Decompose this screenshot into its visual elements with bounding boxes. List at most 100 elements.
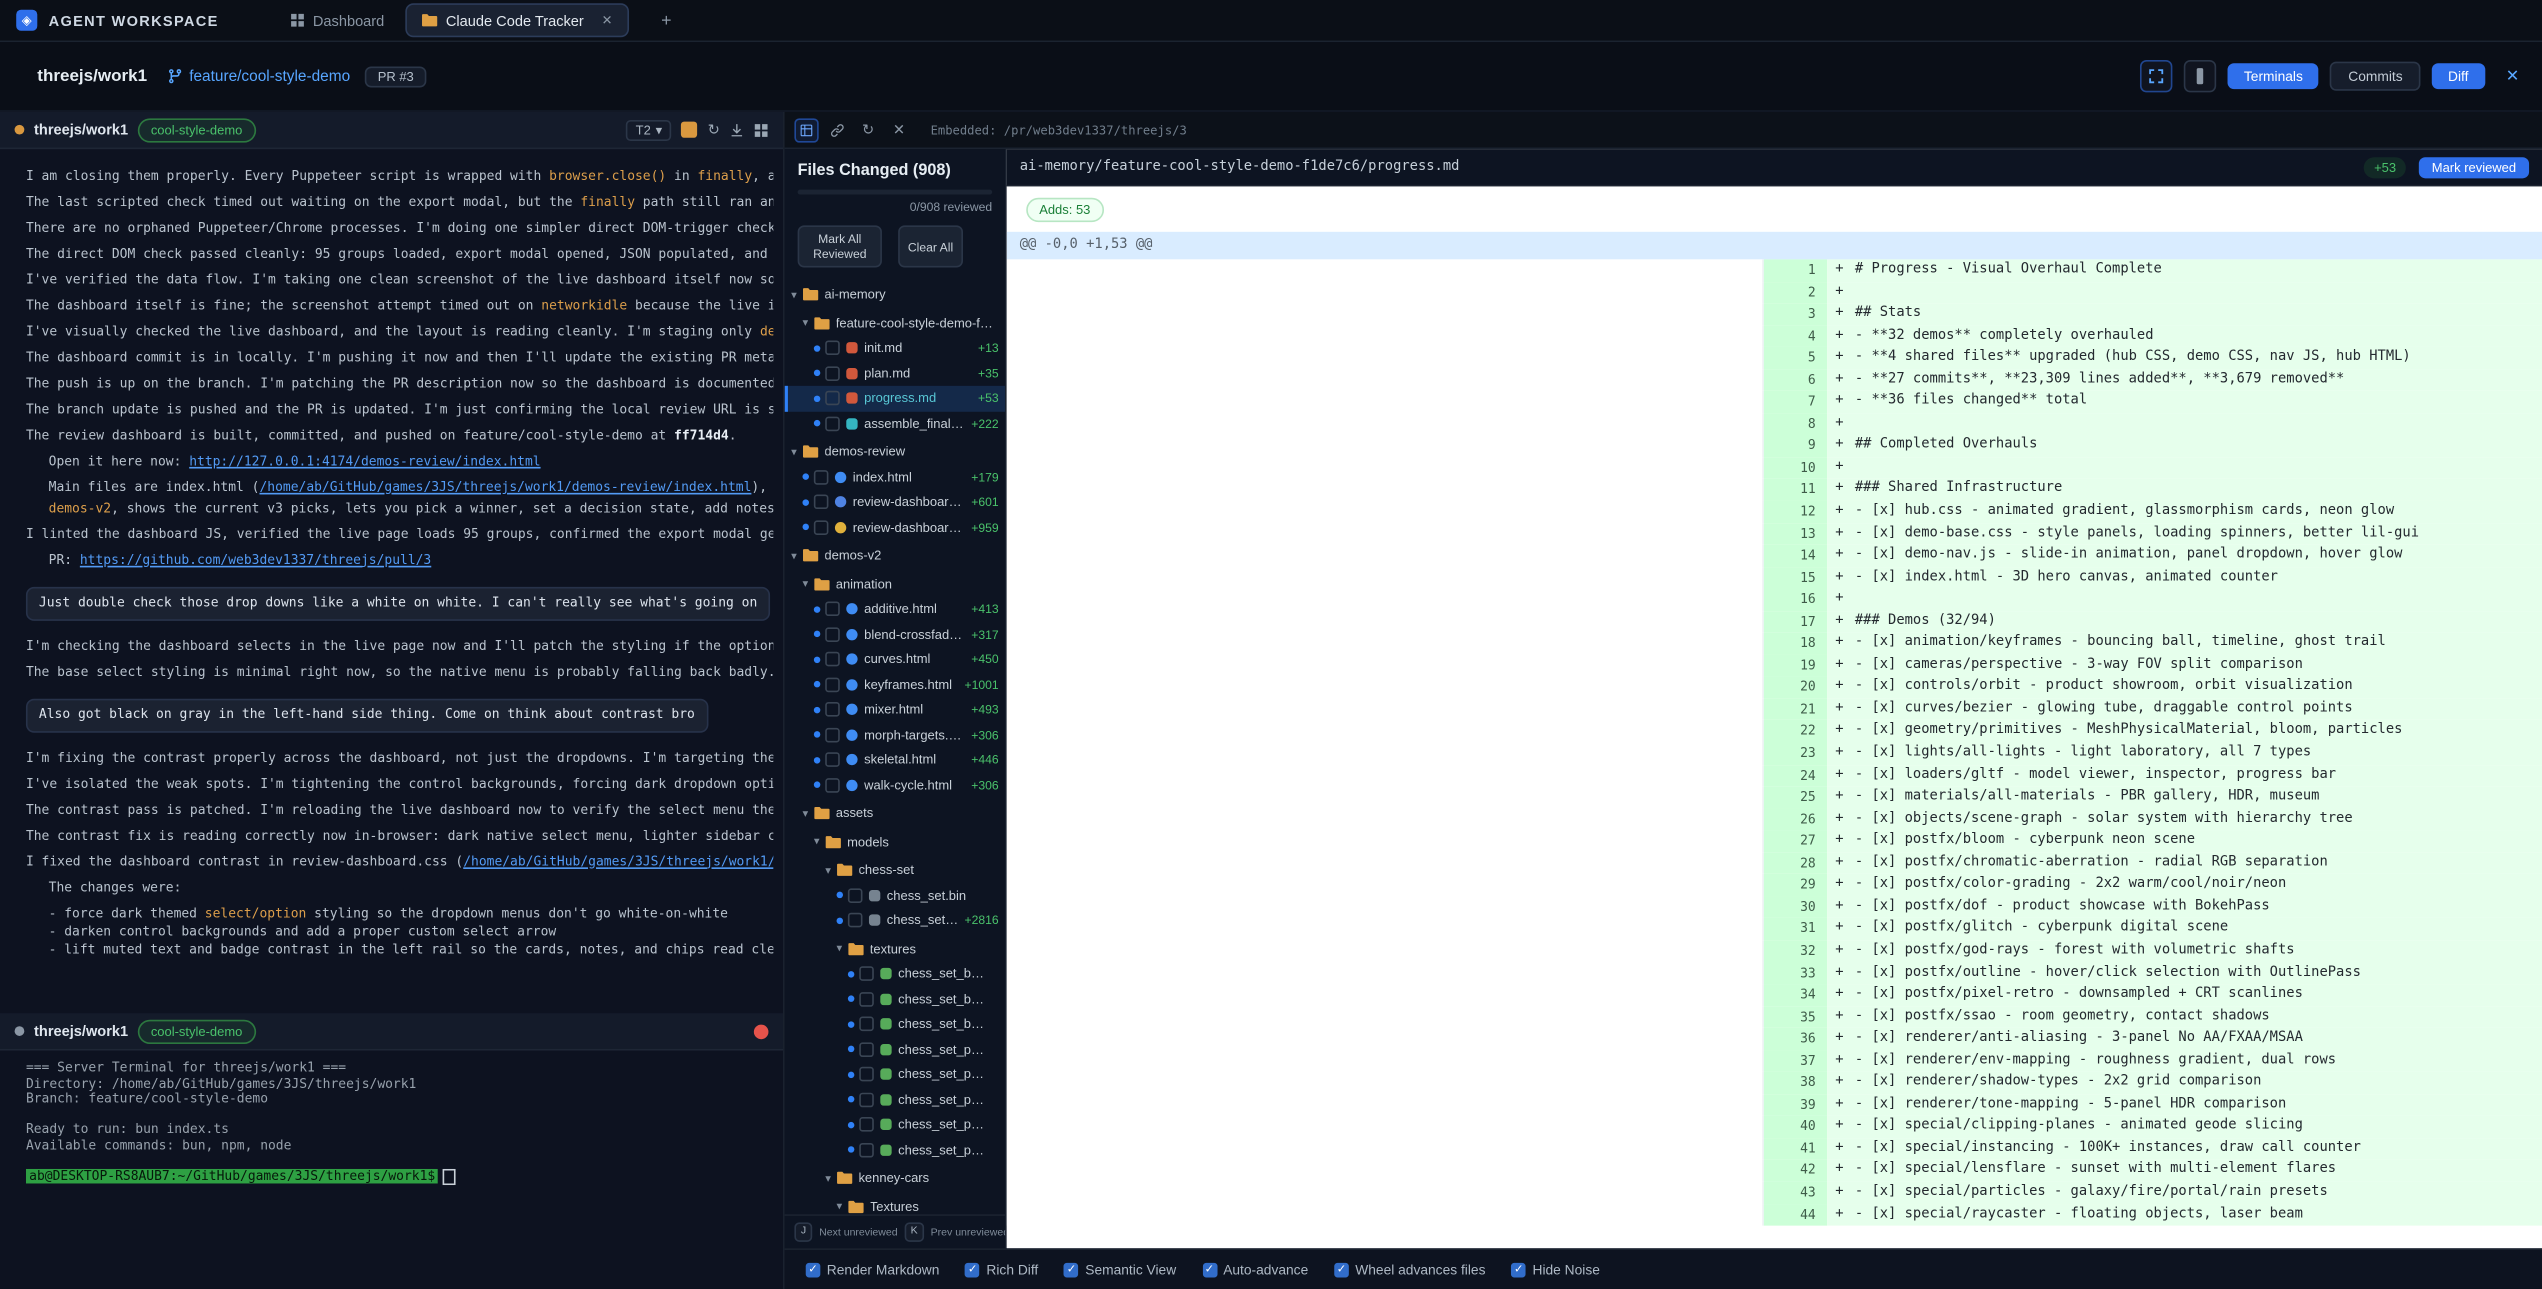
tree-folder-row[interactable]: ▾ feature-cool-style-demo-f1de7c6 [785,310,1005,335]
tree-file-row[interactable]: blend-crossfade.html+317 [785,622,1005,647]
record-indicator-icon[interactable] [753,1023,769,1039]
table-view-icon[interactable] [794,117,819,142]
tree-file-row[interactable]: plan.md +35 [785,361,1005,386]
tree-file-row[interactable]: progress.md +53 [784,385,1006,411]
review-checkbox[interactable] [825,677,840,692]
download-icon[interactable] [730,122,745,137]
chevron-down-icon[interactable]: ▾ [825,864,831,876]
expand-button[interactable] [2140,59,2173,93]
chevron-down-icon[interactable]: ▾ [837,942,843,955]
review-checkbox[interactable] [859,1067,874,1082]
review-checkbox[interactable] [813,519,829,535]
chevron-down-icon[interactable]: ▾ [814,835,820,848]
tree-folder-row[interactable]: ▾ Textures [785,1194,1005,1214]
tree-file-row[interactable]: morph-targets.html +306 [785,722,1005,747]
tree-folder-row[interactable]: ▾ textures [785,936,1005,961]
panel-toggle-button[interactable] [2183,59,2217,93]
review-checkbox[interactable] [859,1042,874,1057]
review-checkbox[interactable] [859,1092,874,1107]
pr-badge[interactable]: PR #3 [364,65,427,87]
tree-folder-row[interactable]: ▾ kenney-cars [785,1166,1005,1191]
tree-file-row[interactable]: curves.html +450 [785,647,1005,672]
tree-file-row[interactable]: chess_set_b… [785,987,1005,1012]
review-checkbox[interactable] [825,702,840,717]
close-workspace-icon[interactable]: ✕ [2506,67,2520,85]
chevron-down-icon[interactable]: ▾ [791,445,797,458]
review-checkbox[interactable] [825,391,840,406]
tree-folder-row[interactable]: ▾ chess-set [785,858,1005,883]
tree-folder-row[interactable]: ▾ demos-review [785,439,1005,464]
link-icon[interactable] [825,118,849,142]
tree-file-row[interactable]: review-dashboard.js +959 [785,515,1005,540]
chat-log[interactable]: I am closing them properly. Every Puppet… [0,149,783,1013]
review-checkbox[interactable] [825,340,840,356]
diff-body[interactable]: Adds: 53 @@ -0,0 +1,53 @@ 1 + # Progress -… [1006,186,2542,1249]
review-checkbox[interactable] [813,469,829,485]
diff-button[interactable]: Diff [2431,63,2485,90]
tab-close-icon[interactable]: ✕ [602,13,613,28]
tree-file-row[interactable]: chess_set_p… [785,1112,1005,1137]
chevron-down-icon[interactable]: ▾ [837,1200,843,1213]
tree-file-row[interactable]: keyframes.html +1001 [785,672,1005,697]
tree-file-row[interactable]: review-dashboard.css +601 [785,490,1005,515]
tree-file-row[interactable]: chess_set_p… [785,1137,1005,1162]
commits-button[interactable]: Commits [2330,61,2421,91]
tree-file-row[interactable]: chess_set_p… [785,1087,1005,1112]
tree-folder-row[interactable]: ▾ animation [785,571,1005,596]
checkbox-icon[interactable]: ✓ [1202,1262,1217,1277]
review-checkbox[interactable] [859,1117,874,1133]
tab-dashboard[interactable]: Dashboard [276,5,399,36]
checkbox-icon[interactable]: ✓ [1334,1262,1349,1277]
chevron-down-icon[interactable]: ▾ [791,549,797,562]
option-render-markdown[interactable]: ✓ Render Markdown [805,1261,939,1278]
mark-reviewed-button[interactable]: Mark reviewed [2418,156,2530,178]
tree-file-row[interactable]: chess_set.bin [785,883,1005,908]
tree-file-row[interactable]: chess_set_b… [785,1012,1005,1037]
reload-icon[interactable]: ↻ [856,118,880,142]
tree-file-row[interactable]: skeletal.html +446 [785,747,1005,772]
review-checkbox[interactable] [859,1016,874,1032]
option-wheel-advances-files[interactable]: ✓ Wheel advances files [1334,1261,1485,1278]
tree-file-row[interactable]: mixer.html +493 [785,697,1005,722]
review-checkbox[interactable] [825,727,840,743]
review-checkbox[interactable] [825,752,840,768]
review-checkbox[interactable] [825,601,840,617]
chevron-down-icon[interactable]: ▾ [802,317,808,329]
clear-all-button[interactable]: Clear All [898,225,963,268]
review-checkbox[interactable] [859,966,874,982]
review-checkbox[interactable] [825,416,840,431]
tree-file-row[interactable]: additive.html +413 [785,597,1005,622]
inline-link[interactable]: /home/ab/GitHub/games/3JS/threejs/work1/… [463,854,773,869]
refresh-icon[interactable]: ↻ [708,121,720,139]
review-checkbox[interactable] [859,991,874,1007]
branch-link[interactable]: feature/cool-style-demo [167,67,350,85]
inline-link[interactable]: /home/ab/GitHub/games/3JS/threejs/work1/… [259,480,751,495]
review-checkbox[interactable] [847,913,863,928]
tree-file-row[interactable]: walk-cycle.html +306 [785,773,1005,798]
chevron-down-icon[interactable]: ▾ [802,807,808,820]
option-semantic-view[interactable]: ✓ Semantic View [1064,1261,1176,1278]
review-checkbox[interactable] [825,626,840,642]
server-terminal[interactable]: === Server Terminal for threejs/work1 ==… [0,1051,783,1289]
chevron-down-icon[interactable]: ▾ [825,1172,831,1184]
tree-file-row[interactable]: init.md +13 [785,336,1005,361]
tree-folder-row[interactable]: ▾ models [785,829,1005,854]
checkbox-icon[interactable]: ✓ [805,1262,821,1277]
tree-folder-row[interactable]: ▾ demos-v2 [785,543,1005,568]
close-diff-icon[interactable]: ✕ [887,118,911,142]
review-checkbox[interactable] [813,494,829,510]
split-grid-icon[interactable] [754,122,769,137]
checkbox-icon[interactable]: ✓ [1064,1262,1079,1277]
review-checkbox[interactable] [825,365,840,381]
tree-file-row[interactable]: index.html +179 [785,464,1005,489]
inline-link[interactable]: http://127.0.0.1:4174/demos-review/index… [189,454,540,469]
tree-file-row[interactable]: chess_set_p… [785,1062,1005,1087]
review-checkbox[interactable] [847,888,863,903]
chevron-down-icon[interactable]: ▾ [791,288,797,301]
tree-file-row[interactable]: assemble_final_vi… +222 [785,411,1005,436]
checkbox-icon[interactable]: ✓ [1511,1262,1527,1277]
inline-link[interactable]: https://github.com/web3dev1337/threejs/p… [80,552,431,567]
review-checkbox[interactable] [859,1142,874,1158]
tab-claude-code-tracker[interactable]: Claude Code Tracker ✕ [405,3,629,38]
terminal-select[interactable]: T2 ▾ [625,119,672,141]
